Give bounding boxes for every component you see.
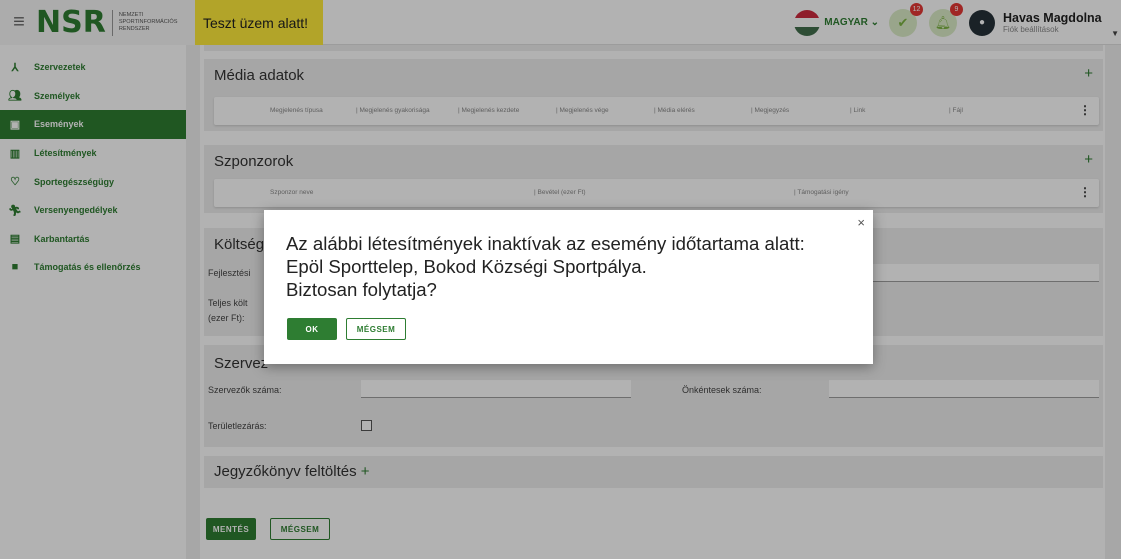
ok-button[interactable]: OK (287, 318, 337, 340)
dialog-message: Az alábbi létesítmények inaktívak az ese… (286, 232, 866, 301)
confirmation-dialog: × Az alábbi létesítmények inaktívak az e… (264, 210, 873, 364)
close-icon[interactable]: × (857, 215, 865, 230)
dialog-message-line: Biztosan folytatja? (286, 279, 437, 300)
dialog-message-line: Az alábbi létesítmények inaktívak az ese… (286, 233, 805, 254)
dialog-message-line: Epöl Sporttelep, Bokod Községi Sportpály… (286, 256, 647, 277)
dialog-cancel-button[interactable]: MÉGSEM (346, 318, 406, 340)
